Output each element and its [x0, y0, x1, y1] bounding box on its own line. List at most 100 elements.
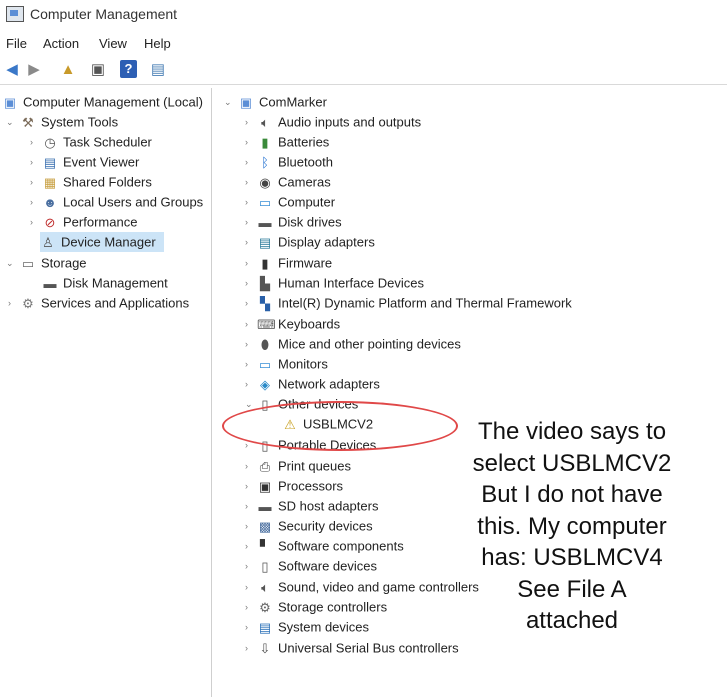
expand-chevron-icon[interactable]: ›	[245, 476, 248, 496]
device-category-computer[interactable]: ▭ Computer	[257, 192, 335, 212]
console-tree: ▣ Computer Management (Local) ⌄ ⚒ System T…	[0, 88, 211, 697]
menu-file[interactable]: File	[6, 36, 27, 51]
device-category-sd-host-adapters[interactable]: ▬ SD host adapters	[257, 496, 379, 516]
expand-chevron-icon[interactable]: ›	[245, 314, 248, 334]
properties-icon[interactable]: ▤	[148, 60, 168, 80]
collapse-chevron-icon[interactable]: ⌄	[6, 253, 14, 273]
device-category-hid[interactable]: ▙ Human Interface Devices	[257, 273, 424, 293]
highlight-circle	[222, 401, 458, 451]
expand-chevron-icon[interactable]: ›	[245, 536, 248, 556]
device-category-firmware[interactable]: ▮ Firmware	[257, 253, 332, 273]
speaker-icon: 🔈︎	[261, 579, 269, 595]
device-category-keyboards[interactable]: ⌨ Keyboards	[257, 314, 340, 334]
annotation-line: select USBLMCV2	[472, 449, 672, 477]
expand-chevron-icon[interactable]: ›	[245, 232, 248, 252]
device-category-processors[interactable]: ▣ Processors	[257, 476, 343, 496]
expand-chevron-icon[interactable]: ›	[245, 577, 248, 597]
collapse-chevron-icon[interactable]: ⌄	[6, 112, 14, 132]
expand-chevron-icon[interactable]: ›	[245, 212, 248, 232]
device-root-computer[interactable]: ▣ ComMarker	[238, 92, 327, 112]
device-category-bluetooth[interactable]: ᛒ Bluetooth	[257, 152, 333, 172]
monitor-icon: ▭	[258, 356, 272, 372]
device-category-sound-video[interactable]: 🔈︎ Sound, video and game controllers	[257, 577, 479, 597]
tree-item-performance[interactable]: ⊘ Performance	[42, 212, 138, 232]
expand-chevron-icon[interactable]: ›	[245, 293, 248, 313]
expand-chevron-icon[interactable]: ›	[8, 293, 11, 313]
device-category-cameras[interactable]: ◉ Cameras	[257, 172, 330, 192]
device-category-mice[interactable]: ⬮ Mice and other pointing devices	[257, 334, 461, 354]
device-category-usb-controllers[interactable]: ⇩ Universal Serial Bus controllers	[257, 638, 459, 658]
expand-chevron-icon[interactable]: ›	[30, 212, 33, 232]
expand-chevron-icon[interactable]: ›	[245, 334, 248, 354]
users-icon: ☻	[43, 194, 57, 210]
shared-folder-icon: ▦	[43, 174, 57, 190]
storage-controller-icon: ⚙	[259, 599, 271, 615]
speaker-icon: 🔈︎	[261, 114, 269, 130]
expand-chevron-icon[interactable]: ›	[30, 192, 33, 212]
intel-framework-icon: ▚	[260, 295, 270, 311]
device-category-batteries[interactable]: ▮ Batteries	[257, 132, 329, 152]
tree-item-system-tools[interactable]: ⚒ System Tools	[20, 112, 118, 132]
menu-help[interactable]: Help	[144, 36, 171, 51]
expand-chevron-icon[interactable]: ›	[245, 456, 248, 476]
menu-view[interactable]: View	[99, 36, 127, 51]
device-category-system-devices[interactable]: ▤ System devices	[257, 617, 369, 637]
help-icon[interactable]: ?	[120, 60, 137, 78]
device-category-audio-inputs[interactable]: 🔈︎ Audio inputs and outputs	[257, 112, 421, 132]
device-category-storage-controllers[interactable]: ⚙ Storage controllers	[257, 597, 387, 617]
tree-item-root[interactable]: ▣ Computer Management (Local)	[2, 92, 203, 112]
tree-item-device-manager[interactable]: ♙ Device Manager	[40, 232, 164, 252]
expand-chevron-icon[interactable]: ›	[245, 132, 248, 152]
expand-chevron-icon[interactable]: ›	[30, 152, 33, 172]
tree-item-shared-folders[interactable]: ▦ Shared Folders	[42, 172, 152, 192]
mouse-icon: ⬮	[260, 336, 270, 352]
display-adapter-icon: ▤	[258, 234, 272, 250]
tree-item-task-scheduler[interactable]: ◷ Task Scheduler	[42, 132, 152, 152]
device-category-software-components[interactable]: ▘ Software components	[257, 536, 404, 556]
expand-chevron-icon[interactable]: ›	[245, 516, 248, 536]
menu-action[interactable]: Action	[43, 36, 79, 51]
tree-item-event-viewer[interactable]: ▤ Event Viewer	[42, 152, 140, 172]
annotation-line: See File A	[517, 575, 627, 603]
tree-item-services[interactable]: ⚙ Services and Applications	[20, 293, 189, 313]
forward-arrow-icon[interactable]: ▶	[24, 60, 44, 80]
processor-icon: ▣	[258, 478, 272, 494]
tree-item-storage[interactable]: ▭ Storage	[20, 253, 87, 273]
expand-chevron-icon[interactable]: ›	[245, 597, 248, 617]
device-category-network-adapters[interactable]: ◈ Network adapters	[257, 374, 380, 394]
event-viewer-icon: ▤	[43, 154, 57, 170]
collapse-chevron-icon[interactable]: ⌄	[224, 92, 232, 112]
device-category-monitors[interactable]: ▭ Monitors	[257, 354, 328, 374]
annotation-line: attached	[525, 607, 619, 634]
software-component-icon: ▘	[260, 538, 270, 554]
expand-chevron-icon[interactable]: ›	[30, 172, 33, 192]
up-folder-icon[interactable]: ▲	[58, 60, 78, 80]
expand-chevron-icon[interactable]: ›	[245, 112, 248, 132]
expand-chevron-icon[interactable]: ›	[245, 152, 248, 172]
expand-chevron-icon[interactable]: ›	[30, 132, 33, 152]
expand-chevron-icon[interactable]: ›	[245, 638, 248, 658]
expand-chevron-icon[interactable]: ›	[245, 253, 248, 273]
show-hide-tree-icon[interactable]: ▣	[88, 60, 108, 80]
tree-item-disk-management[interactable]: ▬ Disk Management	[42, 273, 168, 293]
device-category-print-queues[interactable]: ⎙ Print queues	[257, 456, 351, 476]
expand-chevron-icon[interactable]: ›	[245, 354, 248, 374]
firmware-icon: ▮	[261, 255, 269, 271]
title-bar: Computer Management	[0, 0, 727, 30]
expand-chevron-icon[interactable]: ›	[245, 617, 248, 637]
expand-chevron-icon[interactable]: ›	[245, 172, 248, 192]
expand-chevron-icon[interactable]: ›	[245, 556, 248, 576]
expand-chevron-icon[interactable]: ›	[245, 192, 248, 212]
device-category-intel-dptf[interactable]: ▚ Intel(R) Dynamic Platform and Thermal F…	[257, 293, 572, 313]
device-category-software-devices[interactable]: ▯ Software devices	[257, 556, 377, 576]
device-category-disk-drives[interactable]: ▬ Disk drives	[257, 212, 342, 232]
device-category-display-adapters[interactable]: ▤ Display adapters	[257, 232, 375, 252]
expand-chevron-icon[interactable]: ›	[245, 374, 248, 394]
tree-item-local-users[interactable]: ☻ Local Users and Groups	[42, 192, 203, 212]
back-arrow-icon[interactable]: ◀	[2, 60, 22, 80]
annotation-text: The video says to select USBLMCV2 But I …	[452, 416, 692, 637]
expand-chevron-icon[interactable]: ›	[245, 273, 248, 293]
device-manager-icon: ♙	[42, 234, 54, 250]
expand-chevron-icon[interactable]: ›	[245, 496, 248, 516]
device-category-security-devices[interactable]: ▩ Security devices	[257, 516, 373, 536]
